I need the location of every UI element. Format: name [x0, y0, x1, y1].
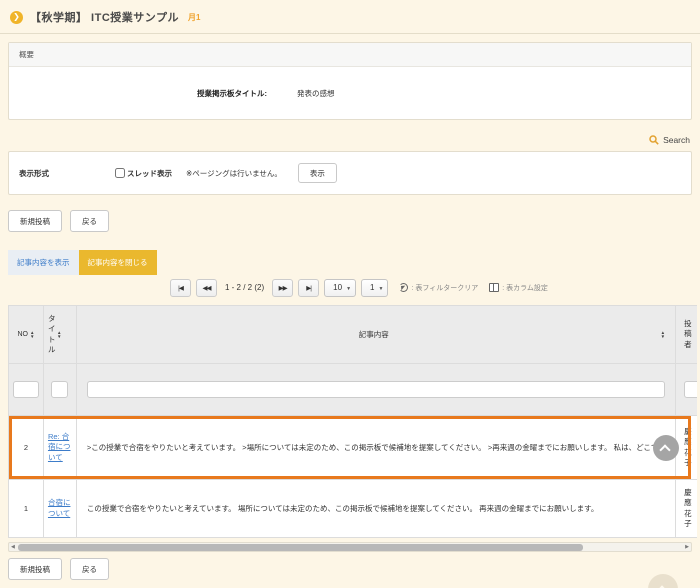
col-title-label: タイトル — [48, 314, 57, 355]
scroll-left-icon[interactable]: ◀ — [11, 544, 15, 551]
page-number-value: 1 — [370, 283, 374, 292]
table-header-row: NO ▲▼ タイトル ▲▼ 記事内容 ▲▼ 投稿者 — [9, 306, 697, 364]
display-format-label: 表示形式 — [19, 168, 115, 179]
column-settings-label: : 表カラム設定 — [502, 283, 548, 293]
posts-table: NO ▲▼ タイトル ▲▼ 記事内容 ▲▼ 投稿者 2 Re: 合 — [8, 305, 697, 538]
back-button-bottom[interactable]: 戻る — [70, 558, 109, 580]
overview-section: 概要 授業掲示板タイトル: 発表の感想 — [8, 42, 692, 120]
filter-input-title[interactable] — [51, 381, 68, 398]
col-header-no[interactable]: NO ▲▼ — [9, 306, 44, 363]
new-post-button-bottom[interactable]: 新規投稿 — [8, 558, 62, 580]
next-page-button[interactable]: ▶▶ — [272, 279, 293, 297]
refresh-icon — [399, 283, 408, 292]
chevron-up-icon — [659, 444, 670, 455]
horizontal-scrollbar[interactable]: ◀ ▶ — [8, 542, 692, 552]
search-icon — [649, 135, 659, 145]
page-size-value: 10 — [333, 283, 342, 292]
page-title: 【秋学期】 ITC授業サンプル — [30, 9, 179, 25]
page-header: ❯ 【秋学期】 ITC授業サンプル 月1 — [0, 0, 700, 34]
table-column-settings[interactable]: : 表カラム設定 — [489, 283, 548, 293]
first-page-button[interactable]: |◀ — [170, 279, 191, 297]
post-title-link[interactable]: 合宿について — [48, 498, 72, 519]
filter-input-content[interactable] — [87, 381, 665, 398]
filter-clear-label: : 表フィルタークリア — [411, 283, 478, 293]
row-no: 2 — [9, 416, 44, 479]
search-toggle[interactable]: Search — [8, 133, 690, 147]
collapse-post-button[interactable] — [653, 435, 679, 461]
table-row: 1 合宿について この授業で合宿をやりたいと考えています。 場所については未定の… — [9, 480, 697, 538]
search-label: Search — [663, 135, 690, 145]
tab-close-content[interactable]: 記事内容を閉じる — [79, 250, 157, 275]
display-format-section: 表示形式 スレッド表示 ※ページングは行いません。 表示 — [8, 151, 692, 195]
sort-icon: ▲▼ — [57, 331, 61, 339]
filter-input-poster[interactable] — [684, 381, 697, 398]
last-page-button[interactable]: ▶| — [298, 279, 319, 297]
page-number-select[interactable]: 1 ▼ — [361, 279, 388, 297]
sort-icon: ▲▼ — [661, 331, 665, 339]
table-filter-clear[interactable]: : 表フィルタークリア — [399, 283, 478, 293]
back-button-top[interactable]: 戻る — [70, 210, 109, 232]
scroll-right-icon[interactable]: ▶ — [685, 544, 689, 551]
tab-show-content[interactable]: 記事内容を表示 — [8, 250, 79, 275]
scrollbar-thumb[interactable] — [18, 544, 583, 551]
display-button[interactable]: 表示 — [298, 163, 337, 183]
col-content-label: 記事内容 — [87, 329, 661, 340]
prev-page-button[interactable]: ◀◀ — [196, 279, 217, 297]
caret-down-icon: ▼ — [379, 286, 384, 292]
breadcrumb-chevron-icon: ❯ — [10, 11, 23, 24]
thread-view-label: スレッド表示 — [127, 168, 172, 179]
col-poster-label: 投稿者 — [684, 319, 693, 349]
page-size-select[interactable]: 10 ▼ — [324, 279, 356, 297]
paging-note: ※ページングは行いません。 — [186, 168, 282, 179]
post-title-link[interactable]: Re: 合宿について — [48, 432, 72, 464]
col-header-content[interactable]: 記事内容 ▲▼ — [77, 306, 676, 363]
board-title-value: 発表の感想 — [297, 88, 335, 99]
new-post-button-top[interactable]: 新規投稿 — [8, 210, 62, 232]
col-header-title[interactable]: タイトル ▲▼ — [44, 306, 77, 363]
overview-section-title: 概要 — [9, 43, 691, 67]
col-header-poster[interactable]: 投稿者 — [676, 306, 697, 363]
table-row: 2 Re: 合宿について >この授業で合宿をやりたいと考えています。 >場所につ… — [9, 416, 697, 480]
post-content: >この授業で合宿をやりたいと考えています。 >場所については未定のため、この掲示… — [87, 442, 665, 453]
row-no: 1 — [9, 480, 44, 537]
board-title-label: 授業掲示板タイトル: — [9, 88, 267, 99]
post-content: この授業で合宿をやりたいと考えています。 場所については未定のため、この掲示板で… — [87, 503, 598, 514]
post-poster: 慶應花子 — [684, 427, 693, 468]
columns-icon — [489, 283, 499, 292]
page-range-label: 1 - 2 / 2 (2) — [225, 283, 264, 292]
post-poster: 慶應花子 — [684, 488, 693, 529]
col-no-label: NO — [17, 331, 28, 338]
caret-down-icon: ▼ — [346, 286, 351, 292]
thread-view-checkbox[interactable] — [115, 168, 125, 178]
table-filter-row — [9, 364, 697, 416]
pagination-bar: |◀ ◀◀ 1 - 2 / 2 (2) ▶▶ ▶| 10 ▼ 1 ▼ : 表フィ… — [170, 277, 700, 298]
filter-input-no[interactable] — [13, 381, 39, 398]
course-term-badge: 月1 — [188, 12, 200, 23]
content-visibility-tabs: 記事内容を表示 記事内容を閉じる — [8, 250, 700, 275]
sort-icon: ▲▼ — [30, 331, 34, 339]
